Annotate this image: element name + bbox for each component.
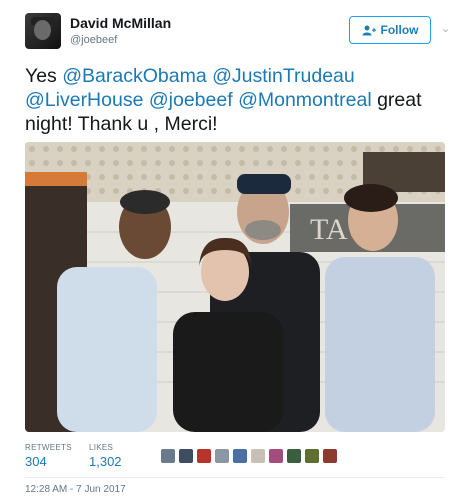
liker-avatar[interactable] <box>305 449 319 463</box>
mention-link[interactable]: @JustinTrudeau <box>212 65 355 87</box>
retweets-stat[interactable]: RETWEETS 304 <box>25 443 72 469</box>
follow-person-icon <box>362 25 376 35</box>
tweet-timestamp[interactable]: 12:28 AM - 7 Jun 2017 <box>25 484 126 495</box>
liker-avatar[interactable] <box>269 449 283 463</box>
mention-link[interactable]: @BarackObama <box>62 65 206 87</box>
likes-label: LIKES <box>89 443 114 452</box>
retweets-count: 304 <box>25 454 47 469</box>
liker-avatar[interactable] <box>215 449 229 463</box>
liker-avatar[interactable] <box>287 449 301 463</box>
follow-button[interactable]: Follow <box>349 16 431 44</box>
tweet-photo[interactable]: TAUR <box>25 142 445 432</box>
tweet-text: Yes @BarackObama @JustinTrudeau @LiverHo… <box>25 64 445 136</box>
author-name[interactable]: David McMillan <box>70 15 171 31</box>
likes-stat[interactable]: LIKES 1,302 <box>89 443 122 469</box>
liker-avatar[interactable] <box>233 449 247 463</box>
photo-illustration: TAUR <box>25 142 445 432</box>
retweets-label: RETWEETS <box>25 443 72 452</box>
divider <box>25 477 445 478</box>
mention-link[interactable]: @LiverHouse <box>25 89 143 111</box>
liker-avatars <box>161 449 337 463</box>
chevron-down-icon[interactable]: ⌄ <box>441 22 450 35</box>
tweet-text-fragment: Yes <box>25 65 63 87</box>
author-handle[interactable]: @joebeef <box>70 34 117 46</box>
mention-link[interactable]: @joebeef <box>149 89 233 111</box>
mention-link[interactable]: @Monmontreal <box>238 89 372 111</box>
follow-label: Follow <box>380 23 419 37</box>
liker-avatar[interactable] <box>251 449 265 463</box>
likes-count: 1,302 <box>89 454 122 469</box>
liker-avatar[interactable] <box>161 449 175 463</box>
liker-avatar[interactable] <box>179 449 193 463</box>
author-avatar[interactable] <box>25 13 61 49</box>
liker-avatar[interactable] <box>197 449 211 463</box>
avatar-face <box>34 20 51 40</box>
liker-avatar[interactable] <box>323 449 337 463</box>
